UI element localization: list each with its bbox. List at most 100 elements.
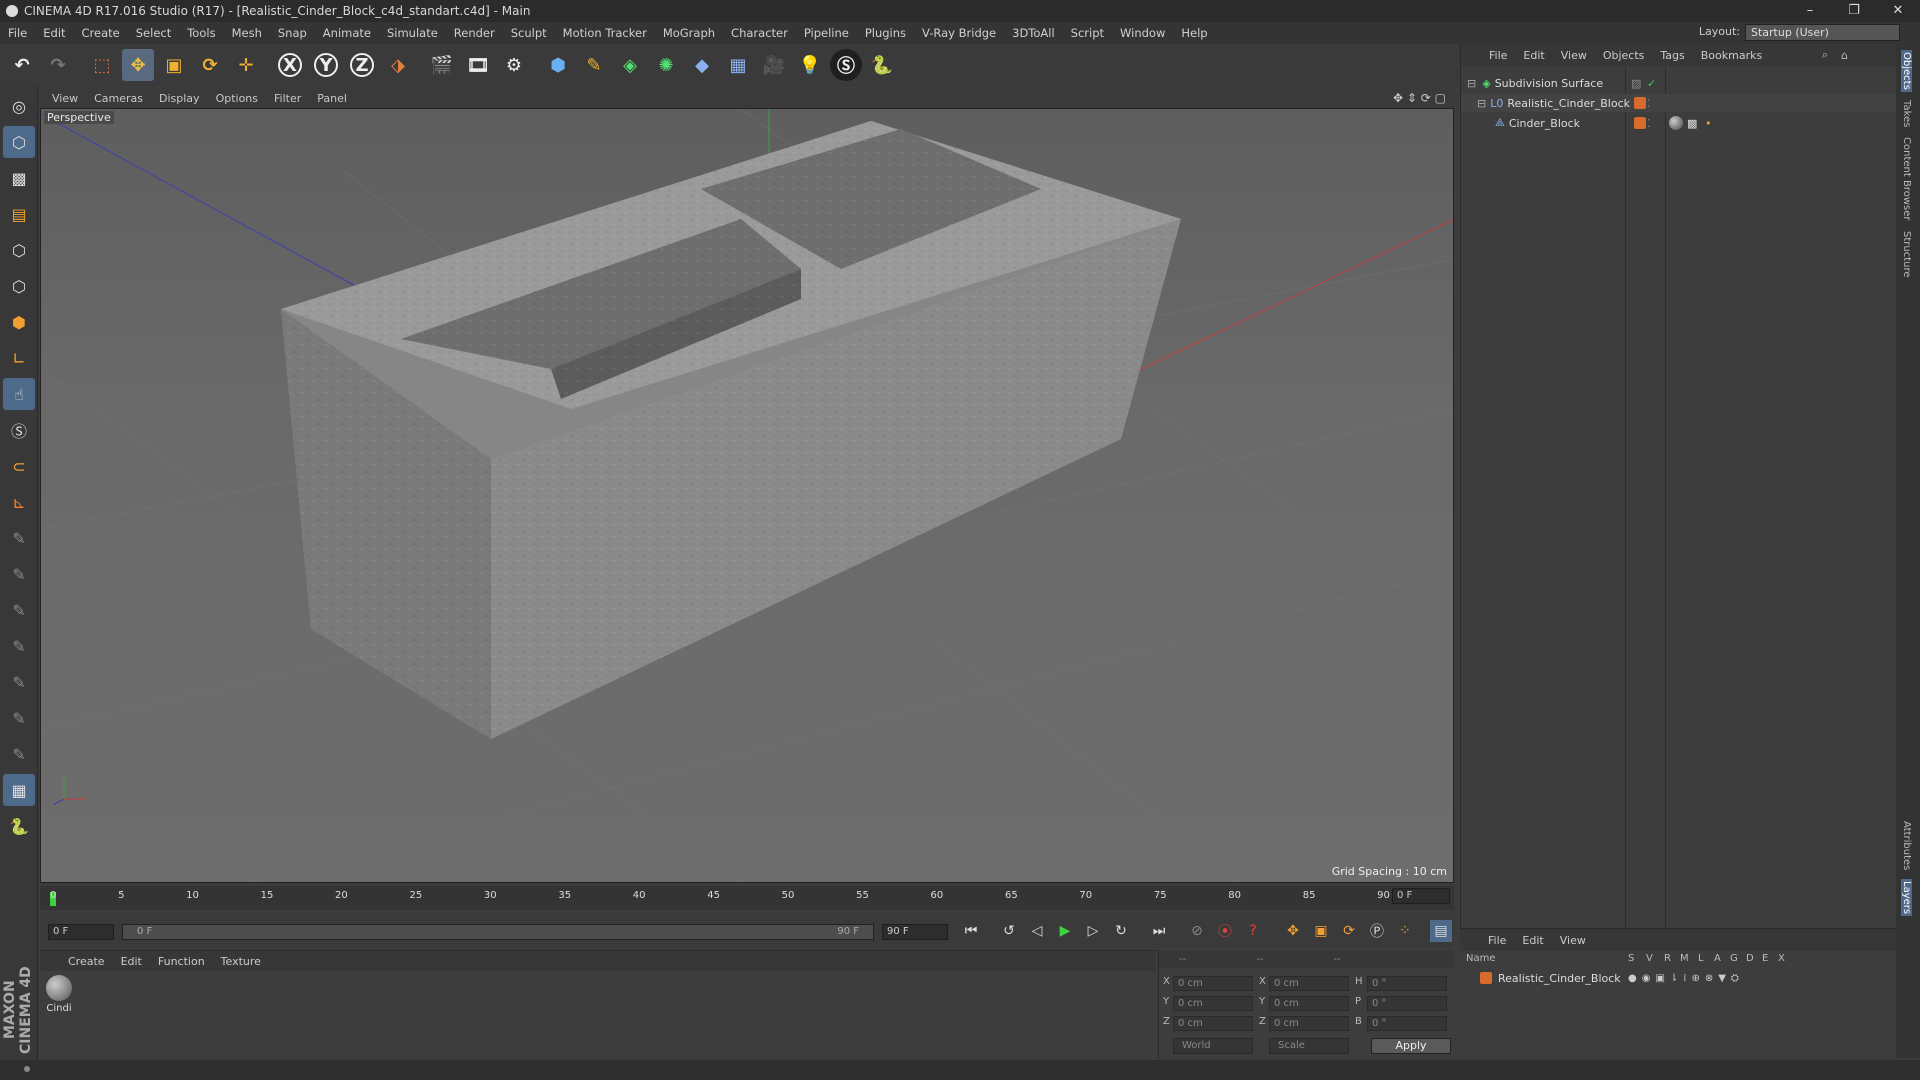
autokey-icon[interactable]: ⦿ [1214, 920, 1236, 942]
timeline-ruler[interactable]: 0 5 10 15 20 25 30 35 40 45 50 55 60 65 … [40, 886, 1454, 910]
cube-icon[interactable]: ⬢ [542, 49, 574, 81]
menu-snap[interactable]: Snap [270, 26, 315, 40]
menu-select[interactable]: Select [128, 26, 179, 40]
tab-takes[interactable]: Takes [1901, 98, 1912, 129]
viewport-menu-filter[interactable]: Filter [266, 92, 309, 105]
texture-mode-icon[interactable]: ▩ [3, 162, 35, 194]
floor-icon[interactable]: ▦ [722, 49, 754, 81]
object-menu-bookmarks[interactable]: Bookmarks [1693, 49, 1770, 62]
sculpt-smooth-icon[interactable]: ✎ [3, 594, 35, 626]
size-x-field[interactable]: 0 cm [1269, 976, 1349, 991]
transform-icon[interactable]: ✛ [230, 49, 262, 81]
key-position-icon[interactable]: ✥ [1282, 920, 1304, 942]
previous-key-icon[interactable]: ↺ [998, 920, 1020, 942]
menu-help[interactable]: Help [1173, 26, 1215, 40]
python-script-icon[interactable]: 🐍 [3, 810, 35, 842]
current-frame-field[interactable]: 0 F [1392, 888, 1450, 904]
object-menu-edit[interactable]: Edit [1515, 49, 1552, 62]
grid-lock-icon[interactable]: ▦ [3, 774, 35, 806]
live-selection-icon[interactable]: ⬚ [86, 49, 118, 81]
render-picture-viewer-icon[interactable]: 🎞 [462, 49, 494, 81]
object-menu-view[interactable]: View [1553, 49, 1595, 62]
record-keys-icon[interactable]: ⊘ [1186, 920, 1208, 942]
layer-color-swatch[interactable] [1634, 97, 1646, 109]
close-button[interactable]: ✕ [1876, 0, 1920, 22]
cloner-icon[interactable]: ✺ [650, 49, 682, 81]
menu-character[interactable]: Character [723, 26, 796, 40]
menu-sculpt[interactable]: Sculpt [503, 26, 555, 40]
previous-frame-icon[interactable]: ◁ [1026, 920, 1048, 942]
menu-tools[interactable]: Tools [179, 26, 223, 40]
edges-mode-icon[interactable]: ⬡ [3, 270, 35, 302]
viewport-menu-display[interactable]: Display [151, 92, 208, 105]
vray-bridge-icon[interactable]: Ⓢ [830, 49, 862, 81]
polygons-mode-icon[interactable]: ⬢ [3, 306, 35, 338]
workplane-icon[interactable]: ⊾ [3, 486, 35, 518]
collapse-icon[interactable]: ⊟ [1477, 97, 1486, 110]
play-icon[interactable]: ▶ [1054, 920, 1076, 942]
viewport-menu-cameras[interactable]: Cameras [86, 92, 151, 105]
move-icon[interactable]: ✥ [122, 49, 154, 81]
viewport-menu-panel[interactable]: Panel [309, 92, 355, 105]
layer-flags-icons[interactable]: ●◉▣⇂⁞⊕⊗▼⛭ [1628, 973, 1744, 984]
layout-select[interactable]: Startup (User) [1745, 24, 1900, 41]
material-menu-function[interactable]: Function [150, 955, 213, 968]
z-axis-lock-button[interactable]: Z [346, 49, 378, 81]
tab-structure[interactable]: Structure [1901, 229, 1912, 280]
layer-color-swatch[interactable] [1480, 972, 1492, 984]
coordinate-system-icon[interactable]: ⬗ [382, 49, 414, 81]
size-y-field[interactable]: 0 cm [1269, 996, 1349, 1011]
menu-animate[interactable]: Animate [315, 26, 379, 40]
restore-button[interactable]: ❐ [1832, 0, 1876, 22]
menu-pipeline[interactable]: Pipeline [796, 26, 857, 40]
menu-simulate[interactable]: Simulate [379, 26, 446, 40]
object-row-realistic-cinder-block[interactable]: ⊟ L0 Realistic_Cinder_Block ⁚ [1461, 94, 1897, 112]
material-swatch[interactable]: Cindi [44, 975, 74, 1014]
key-rotation-icon[interactable]: ⟳ [1338, 920, 1360, 942]
visibility-dots-icon[interactable]: ⁚ [1647, 97, 1651, 110]
object-menu-tags[interactable]: Tags [1652, 49, 1692, 62]
viewport-menu-options[interactable]: Options [208, 92, 266, 105]
menu-vray-bridge[interactable]: V-Ray Bridge [914, 26, 1004, 40]
position-x-field[interactable]: 0 cm [1173, 976, 1253, 991]
menu-edit[interactable]: Edit [35, 26, 73, 40]
sculpt-flatten-icon[interactable]: ✎ [3, 702, 35, 734]
enabled-check-icon[interactable]: ✓ [1647, 77, 1656, 90]
apply-button[interactable]: Apply [1371, 1038, 1451, 1054]
sculpt-inflate-icon[interactable]: ✎ [3, 666, 35, 698]
snap-magnet-icon[interactable]: ⊂ [3, 450, 35, 482]
object-row-subdivision-surface[interactable]: ⊟ ◈ Subdivision Surface ▨ ✓ [1461, 74, 1897, 92]
menu-mesh[interactable]: Mesh [224, 26, 270, 40]
end-frame-field[interactable]: 90 F [882, 924, 948, 940]
rotate-icon[interactable]: ⟳ [194, 49, 226, 81]
tab-layers[interactable]: Layers [1901, 878, 1912, 916]
make-editable-icon[interactable]: ◎ [3, 90, 35, 122]
pen-spline-icon[interactable]: ✎ [578, 49, 610, 81]
tab-attributes[interactable]: Attributes [1901, 819, 1912, 872]
go-to-end-icon[interactable]: ⏭ [1148, 920, 1170, 942]
go-to-start-icon[interactable]: ⏮ [960, 920, 982, 942]
layer-menu-file[interactable]: File [1480, 934, 1514, 947]
rotation-p-field[interactable]: 0 ° [1367, 996, 1447, 1011]
material-menu-create[interactable]: Create [60, 955, 113, 968]
frame-range-slider[interactable]: 0 F 90 F [122, 924, 874, 940]
y-axis-lock-button[interactable]: Y [310, 49, 342, 81]
points-mode-icon[interactable]: ⬡ [3, 234, 35, 266]
menu-window[interactable]: Window [1112, 26, 1173, 40]
layer-color-swatch[interactable] [1634, 117, 1646, 129]
deformer-icon[interactable]: ◆ [686, 49, 718, 81]
sculpt-pull-icon[interactable]: ✎ [3, 558, 35, 590]
perspective-viewport[interactable]: Perspective Grid Spacing : 10 cm [40, 108, 1454, 883]
phong-tag-icon[interactable]: • [1705, 117, 1712, 130]
layer-row[interactable]: Realistic_Cinder_Block ●◉▣⇂⁞⊕⊗▼⛭ [1460, 969, 1896, 987]
lock-workplane-icon[interactable]: ✎ [3, 522, 35, 554]
material-menu-edit[interactable]: Edit [113, 955, 150, 968]
object-menu-file[interactable]: File [1481, 49, 1515, 62]
timeline-window-icon[interactable]: ▤ [1430, 920, 1452, 942]
redo-icon[interactable]: ↷ [42, 49, 74, 81]
axis-mode-icon[interactable]: ∟ [3, 342, 35, 374]
edit-check-icon[interactable]: ▨ [1631, 77, 1641, 90]
object-row-cinder-block[interactable]: ⟁ Cinder_Block ⁚ ▩ • [1461, 114, 1897, 132]
position-y-field[interactable]: 0 cm [1173, 996, 1253, 1011]
model-mode-icon[interactable]: ⬡ [3, 126, 35, 158]
